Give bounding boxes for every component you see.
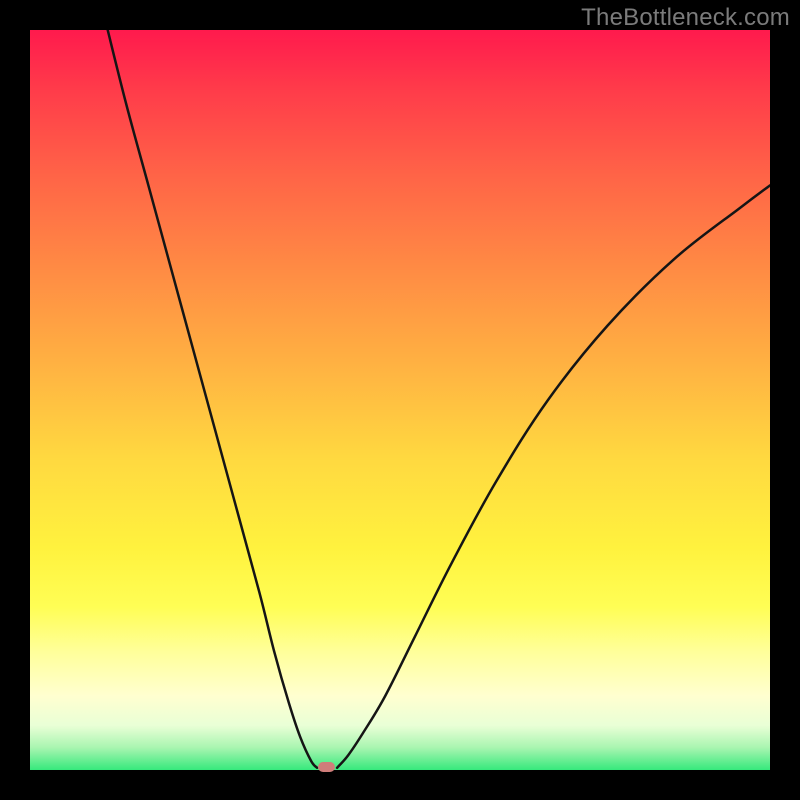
chart-frame: TheBottleneck.com <box>0 0 800 800</box>
curve-left-branch <box>108 30 317 768</box>
bottleneck-curve <box>30 30 770 770</box>
plot-area <box>30 30 770 770</box>
minimum-marker <box>318 762 335 772</box>
watermark-text: TheBottleneck.com <box>581 4 790 32</box>
curve-right-branch <box>337 185 770 767</box>
